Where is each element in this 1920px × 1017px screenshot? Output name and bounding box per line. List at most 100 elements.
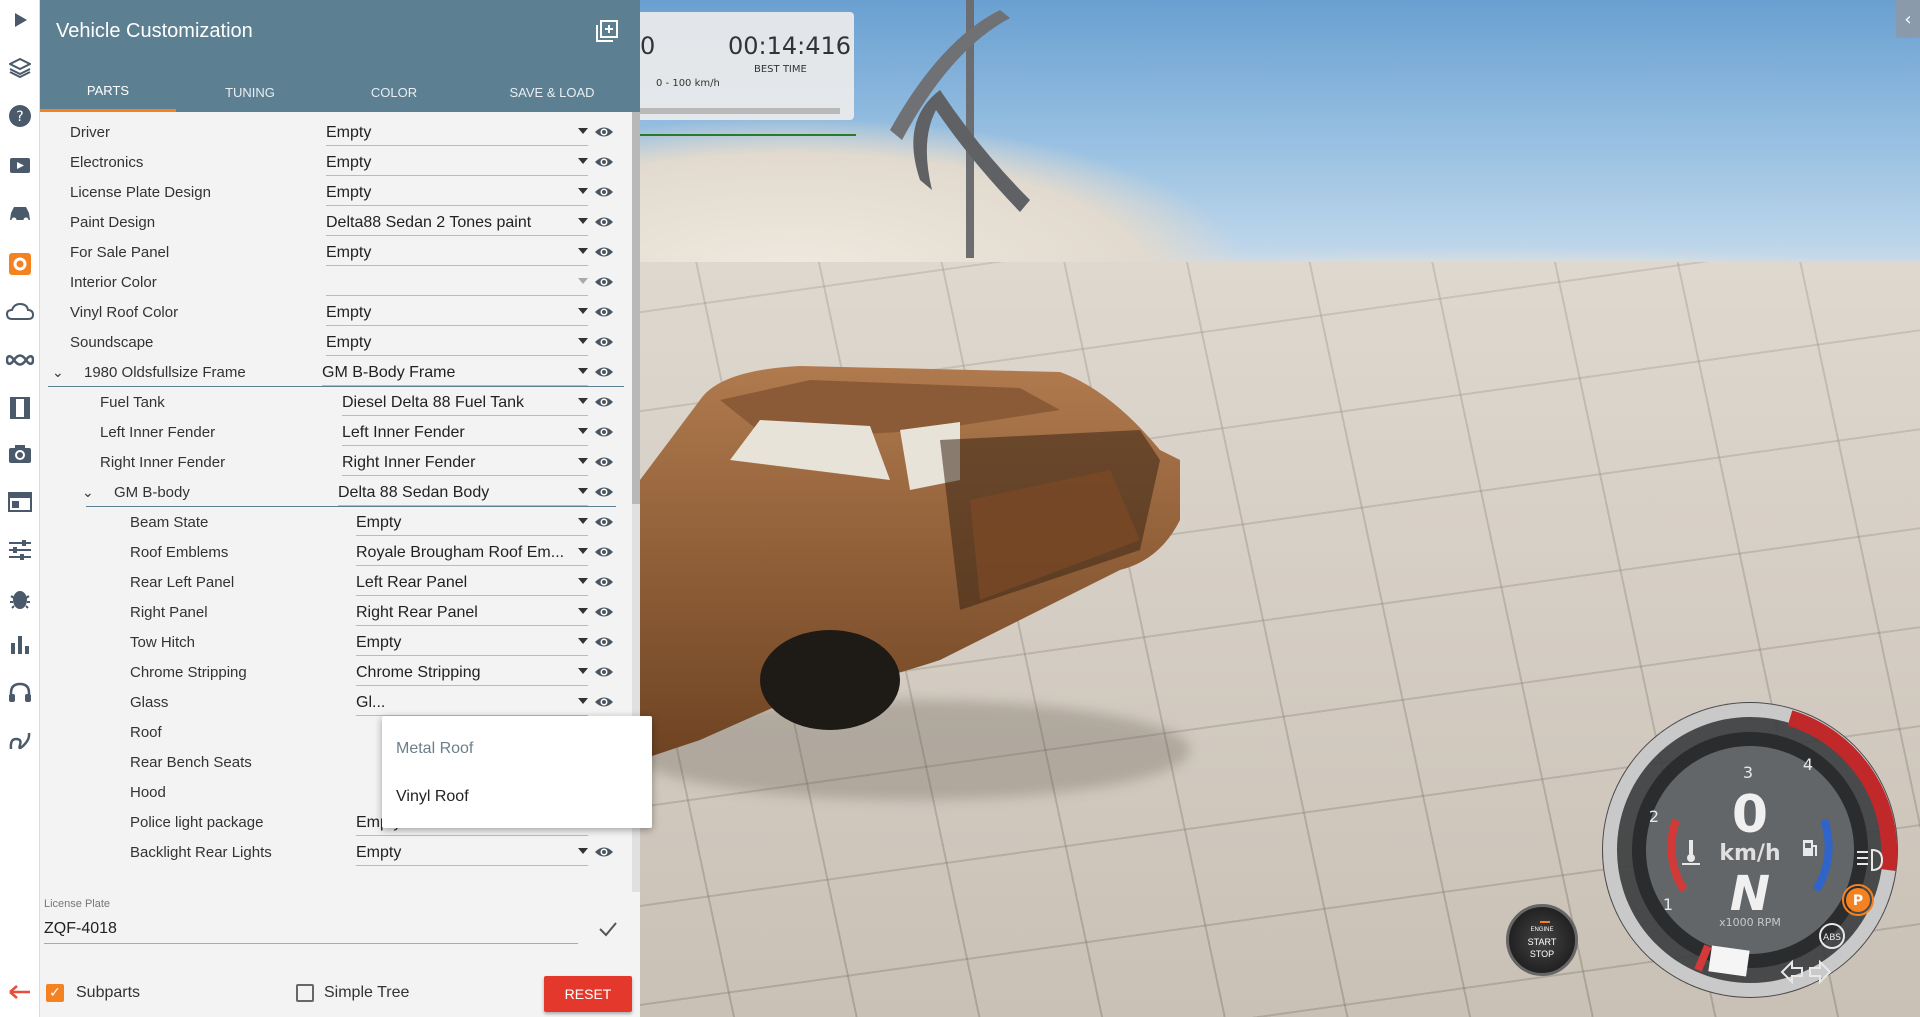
expand-chevron-icon[interactable]: ⌄ xyxy=(82,484,94,501)
help-icon[interactable]: ? xyxy=(0,96,40,136)
debug-bug-icon[interactable] xyxy=(0,578,40,618)
dropdown-arrow-icon[interactable] xyxy=(578,218,588,224)
vehicle-icon[interactable] xyxy=(0,194,40,234)
dropdown-arrow-icon[interactable] xyxy=(578,338,588,344)
simple-tree-checkbox[interactable] xyxy=(296,984,314,1002)
part-row: Chrome Stripping Chrome Stripping xyxy=(40,658,632,688)
stats-chart-icon[interactable] xyxy=(0,624,40,664)
part-select[interactable]: Right Rear Panel xyxy=(356,602,588,626)
visibility-eye-icon[interactable] xyxy=(594,845,614,859)
visibility-eye-icon[interactable] xyxy=(594,695,614,709)
visibility-eye-icon[interactable] xyxy=(594,425,614,439)
part-select[interactable]: Left Rear Panel xyxy=(356,572,588,596)
part-select[interactable]: Empty xyxy=(326,332,588,356)
dropdown-option-vinyl-roof[interactable]: Vinyl Roof xyxy=(396,788,469,806)
dropdown-option-metal-roof[interactable]: Metal Roof xyxy=(396,740,473,758)
dropdown-arrow-icon[interactable] xyxy=(578,128,588,134)
rpm-tick-3: 3 xyxy=(1743,763,1753,782)
tab-parts[interactable]: PARTS xyxy=(40,72,176,112)
tab-save-load[interactable]: SAVE & LOAD xyxy=(464,72,640,112)
visibility-eye-icon[interactable] xyxy=(594,155,614,169)
tab-color[interactable]: COLOR xyxy=(324,72,464,112)
collapse-arrow-icon[interactable]: ‹ xyxy=(1896,0,1920,38)
part-select[interactable]: Royale Brougham Roof Em... xyxy=(356,542,588,566)
dropdown-arrow-icon[interactable] xyxy=(578,848,588,854)
visibility-eye-icon[interactable] xyxy=(594,305,614,319)
check-icon[interactable] xyxy=(598,918,618,942)
route-icon[interactable] xyxy=(0,720,40,760)
dropdown-arrow-icon[interactable] xyxy=(578,248,588,254)
dropdown-arrow-icon[interactable] xyxy=(578,548,588,554)
dropdown-arrow-icon[interactable] xyxy=(578,638,588,644)
vehicle-config-icon[interactable] xyxy=(0,244,40,284)
ui-apps-icon[interactable] xyxy=(0,482,40,522)
scrollbar-thumb[interactable] xyxy=(632,112,640,504)
visibility-eye-icon[interactable] xyxy=(594,635,614,649)
part-select[interactable]: Empty xyxy=(326,242,588,266)
visibility-eye-icon[interactable] xyxy=(594,215,614,229)
visibility-eye-icon[interactable] xyxy=(594,365,614,379)
part-select[interactable]: Delta 88 Sedan Body xyxy=(338,482,588,506)
visibility-eye-icon[interactable] xyxy=(594,605,614,619)
part-select[interactable]: Empty xyxy=(326,302,588,326)
part-select[interactable]: Gl... xyxy=(356,692,588,716)
part-select[interactable]: Left Inner Fender xyxy=(342,422,588,446)
license-plate-input[interactable]: ZQF-4018 xyxy=(44,914,578,944)
part-select[interactable]: Empty xyxy=(356,512,588,536)
camera-icon[interactable] xyxy=(0,434,40,474)
dropdown-arrow-icon[interactable] xyxy=(578,428,588,434)
play-icon[interactable] xyxy=(0,0,40,40)
part-select[interactable]: Empty xyxy=(326,182,588,206)
film-icon[interactable] xyxy=(0,388,40,428)
visibility-eye-icon[interactable] xyxy=(594,275,614,289)
dropdown-arrow-icon[interactable] xyxy=(578,308,588,314)
part-select[interactable]: Empty xyxy=(356,842,588,866)
options-sliders-icon[interactable] xyxy=(0,530,40,570)
layers-icon[interactable] xyxy=(0,48,40,88)
dropdown-arrow-icon[interactable] xyxy=(578,368,588,374)
part-select[interactable]: GM B-Body Frame xyxy=(322,362,588,386)
reset-button[interactable]: RESET xyxy=(544,976,632,1012)
visibility-eye-icon[interactable] xyxy=(594,245,614,259)
dropdown-arrow-icon[interactable] xyxy=(578,158,588,164)
subparts-checkbox[interactable]: ✓ xyxy=(46,984,64,1002)
visibility-eye-icon[interactable] xyxy=(594,395,614,409)
infinity-icon[interactable] xyxy=(0,340,40,380)
tab-tuning[interactable]: TUNING xyxy=(176,72,324,112)
visibility-eye-icon[interactable] xyxy=(594,515,614,529)
part-select[interactable] xyxy=(326,272,588,296)
visibility-eye-icon[interactable] xyxy=(594,485,614,499)
engine-start-stop-button[interactable]: ENGINE START STOP xyxy=(1506,904,1578,976)
headphones-icon[interactable] xyxy=(0,672,40,712)
dropdown-arrow-icon[interactable] xyxy=(578,578,588,584)
part-select[interactable]: Empty xyxy=(326,122,588,146)
visibility-eye-icon[interactable] xyxy=(594,185,614,199)
dropdown-arrow-icon[interactable] xyxy=(578,518,588,524)
visibility-eye-icon[interactable] xyxy=(594,665,614,679)
dropdown-arrow-icon[interactable] xyxy=(578,398,588,404)
dropdown-arrow-icon[interactable] xyxy=(578,668,588,674)
visibility-eye-icon[interactable] xyxy=(594,455,614,469)
dropdown-arrow-icon[interactable] xyxy=(578,278,588,284)
part-select[interactable]: Empty xyxy=(326,152,588,176)
visibility-eye-icon[interactable] xyxy=(594,335,614,349)
scenario-icon[interactable] xyxy=(0,144,40,184)
part-select[interactable]: Chrome Stripping xyxy=(356,662,588,686)
pop-out-icon[interactable] xyxy=(596,20,620,44)
dropdown-arrow-icon[interactable] xyxy=(578,488,588,494)
dropdown-arrow-icon[interactable] xyxy=(578,608,588,614)
part-select[interactable]: Right Inner Fender xyxy=(342,452,588,476)
dropdown-arrow-icon[interactable] xyxy=(578,188,588,194)
visibility-eye-icon[interactable] xyxy=(594,125,614,139)
environment-icon[interactable] xyxy=(0,292,40,332)
visibility-eye-icon[interactable] xyxy=(594,545,614,559)
part-label: Roof xyxy=(130,724,162,741)
back-arrow-icon[interactable] xyxy=(0,972,40,1012)
part-select[interactable]: Delta88 Sedan 2 Tones paint xyxy=(326,212,588,236)
part-select[interactable]: Empty xyxy=(356,632,588,656)
expand-chevron-icon[interactable]: ⌄ xyxy=(52,364,64,381)
dropdown-arrow-icon[interactable] xyxy=(578,458,588,464)
visibility-eye-icon[interactable] xyxy=(594,575,614,589)
dropdown-arrow-icon[interactable] xyxy=(578,698,588,704)
part-select[interactable]: Diesel Delta 88 Fuel Tank xyxy=(342,392,588,416)
